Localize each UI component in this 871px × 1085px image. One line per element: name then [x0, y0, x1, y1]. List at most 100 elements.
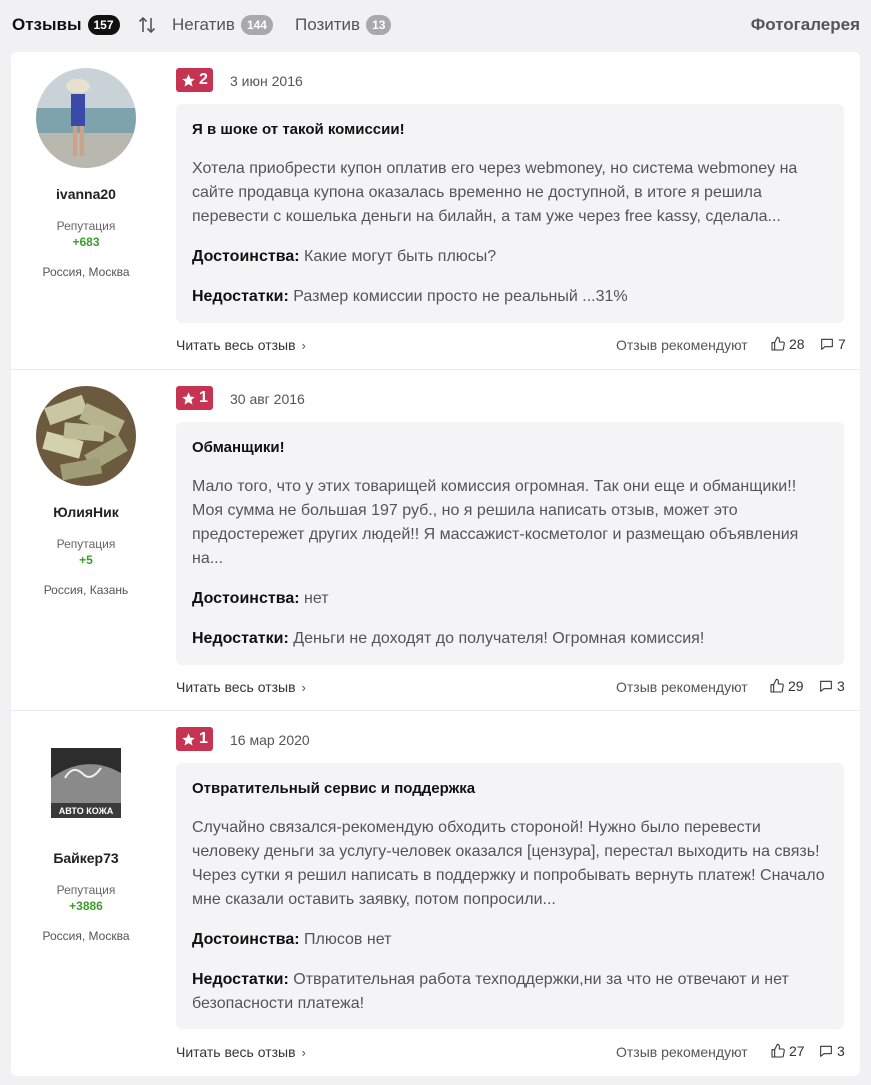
like-count: 28 [789, 336, 805, 352]
tab-reviews-count: 157 [87, 15, 120, 35]
review-card: Обманщики! Мало того, что у этих товарищ… [176, 422, 844, 665]
review-card: Отвратительный сервис и поддержка Случай… [176, 763, 844, 1029]
pros-text: Какие могут быть плюсы? [304, 248, 497, 265]
recommend-label: Отзыв рекомендуют [616, 1044, 748, 1060]
comment-count: 3 [837, 678, 845, 694]
chevron-right-icon: › [301, 679, 306, 695]
tab-negative[interactable]: Негатив 144 [172, 15, 273, 35]
review-cons: Недостатки: Отвратительная работа техпод… [192, 968, 828, 1016]
tab-positive[interactable]: Позитив 13 [295, 15, 392, 35]
star-icon [182, 391, 195, 404]
reputation-value: +3886 [69, 899, 103, 913]
review-author: ЮлияНик Репутация +5 Россия, Казань [11, 370, 161, 597]
review-item: ЮлияНик Репутация +5 Россия, Казань 1 30… [11, 370, 860, 711]
tab-reviews-label: Отзывы [12, 15, 82, 34]
like-button[interactable]: 27 [770, 1043, 805, 1059]
rating-badge: 2 [176, 68, 213, 92]
tab-positive-label: Позитив [295, 15, 361, 34]
rating-value: 1 [199, 730, 208, 747]
comment-icon [821, 338, 833, 350]
review-card: Я в шоке от такой комиссии! Хотела приоб… [176, 104, 844, 323]
comment-count: 7 [838, 336, 846, 352]
cons-label: Недостатки: [192, 630, 289, 647]
cons-text: Деньги не доходят до получателя! Огромна… [293, 630, 705, 647]
star-icon [182, 73, 195, 86]
read-full-review-link[interactable]: Читать весь отзыв › [176, 337, 306, 353]
tab-reviews[interactable]: Отзывы 157 [12, 15, 120, 35]
rating-value: 2 [199, 71, 208, 88]
comment-icon [820, 1045, 832, 1057]
read-more-label: Читать весь отзыв [176, 679, 296, 695]
chevron-right-icon: › [301, 1044, 306, 1060]
review-title[interactable]: Отвратительный сервис и поддержка [192, 779, 828, 799]
recommend-label: Отзыв рекомендуют [616, 337, 748, 353]
comments-button[interactable]: 3 [818, 678, 845, 694]
thumbs-up-icon [771, 1043, 785, 1058]
review-text: Мало того, что у этих товарищей комиссия… [192, 478, 799, 567]
user-location: Россия, Москва [42, 265, 130, 279]
tab-negative-count: 144 [240, 15, 273, 35]
comment-count: 3 [837, 1043, 845, 1059]
review-title[interactable]: Обманщики! [192, 438, 828, 458]
rating-value: 1 [199, 389, 208, 406]
review-list: ivanna20 Репутация +683 Россия, Москва 2… [11, 52, 860, 1076]
username[interactable]: ivanna20 [11, 186, 161, 202]
user-location: Россия, Казань [43, 583, 129, 597]
pros-text: Плюсов нет [304, 931, 392, 948]
tab-positive-count: 13 [366, 15, 392, 35]
reputation-value: +683 [72, 235, 100, 249]
photo-gallery-link[interactable]: Фотогалерея [751, 15, 860, 35]
review-item: ivanna20 Репутация +683 Россия, Москва 2… [11, 52, 860, 370]
like-button[interactable]: 29 [769, 678, 804, 694]
star-icon [182, 732, 195, 745]
user-location: Россия, Москва [42, 929, 130, 943]
pros-label: Достоинства: [192, 248, 300, 265]
pros-text: нет [304, 590, 329, 607]
username[interactable]: Байкер73 [11, 850, 161, 866]
review-date: 3 июн 2016 [230, 73, 303, 89]
review-title[interactable]: Я в шоке от такой комиссии! [192, 120, 828, 140]
pros-label: Достоинства: [192, 931, 300, 948]
user-avatar[interactable]: АВТО КОЖА [51, 748, 121, 818]
sort-icon[interactable] [137, 15, 157, 35]
tab-negative-label: Негатив [172, 15, 235, 34]
rating-badge: 1 [176, 727, 213, 751]
review-pros: Достоинства: нет [192, 587, 828, 611]
like-count: 29 [788, 678, 804, 694]
review-text: Хотела приобрести купон оплатив его чере… [192, 160, 798, 225]
review-author: АВТО КОЖА Байкер73 Репутация +3886 Росси… [11, 711, 161, 943]
reviews-header: Отзывы 157 Негатив 144 Позитив 13 Фотога… [0, 0, 871, 52]
comments-button[interactable]: 3 [818, 1043, 845, 1059]
review-date: 30 авг 2016 [230, 391, 305, 407]
user-avatar[interactable] [36, 386, 136, 486]
reputation-label: Репутация [56, 219, 116, 233]
like-button[interactable]: 28 [770, 336, 805, 352]
reputation-label: Репутация [56, 883, 116, 897]
review-pros: Достоинства: Плюсов нет [192, 928, 828, 952]
pros-label: Достоинства: [192, 590, 300, 607]
review-pros: Достоинства: Какие могут быть плюсы? [192, 245, 828, 269]
username[interactable]: ЮлияНик [11, 504, 161, 520]
read-full-review-link[interactable]: Читать весь отзыв › [176, 1044, 306, 1060]
reputation-value: +5 [79, 553, 93, 567]
thumbs-up-icon [770, 678, 784, 693]
read-more-label: Читать весь отзыв [176, 1044, 296, 1060]
cons-label: Недостатки: [192, 971, 289, 988]
read-more-label: Читать весь отзыв [176, 337, 296, 353]
review-item: АВТО КОЖА Байкер73 Репутация +3886 Росси… [11, 711, 860, 1076]
comment-icon [820, 680, 832, 692]
review-cons: Недостатки: Размер комиссии просто не ре… [192, 285, 828, 309]
user-avatar[interactable] [36, 68, 136, 168]
avatar-logo-text: АВТО КОЖА [59, 806, 114, 816]
like-count: 27 [789, 1043, 805, 1059]
read-full-review-link[interactable]: Читать весь отзыв › [176, 679, 306, 695]
comments-button[interactable]: 7 [819, 336, 846, 352]
reputation-label: Репутация [56, 537, 116, 551]
thumbs-up-icon [771, 336, 785, 351]
review-date: 16 мар 2020 [230, 732, 310, 748]
review-author: ivanna20 Репутация +683 Россия, Москва [11, 52, 161, 279]
recommend-label: Отзыв рекомендуют [616, 679, 748, 695]
cons-label: Недостатки: [192, 288, 289, 305]
review-cons: Недостатки: Деньги не доходят до получат… [192, 627, 828, 651]
chevron-right-icon: › [301, 337, 306, 353]
